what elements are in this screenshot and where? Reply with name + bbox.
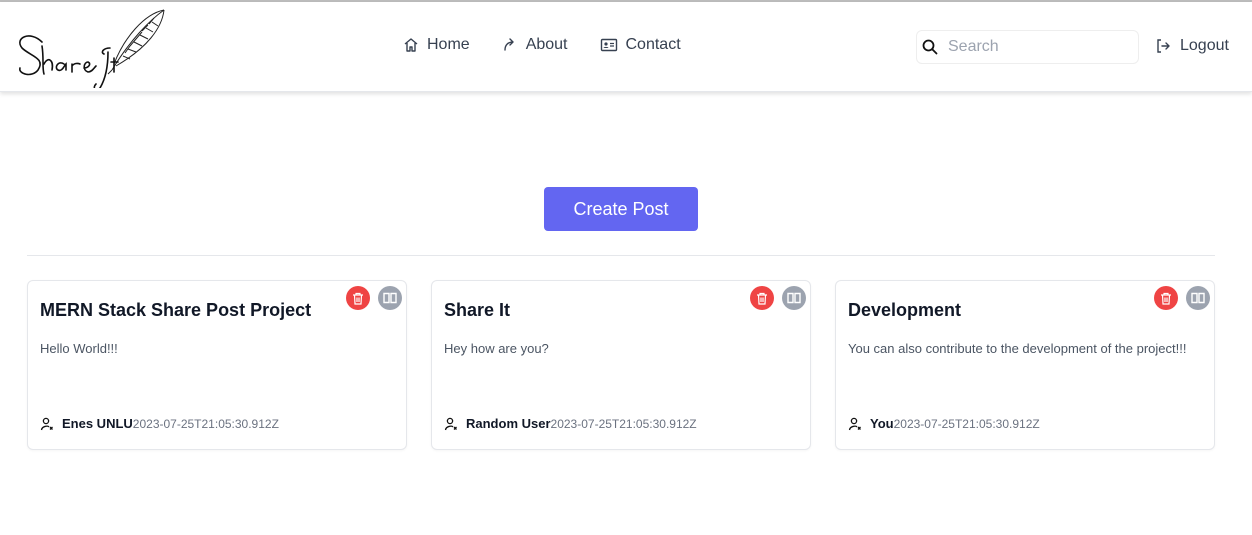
post-card: Share It Hey how are you? Random User 20… xyxy=(431,280,811,450)
post-title: Development xyxy=(848,300,962,320)
post-meta: You 2023-07-25T21:05:30.912Z xyxy=(848,416,1040,431)
divider xyxy=(27,255,1215,256)
post-title: Share It xyxy=(444,300,511,320)
book-icon xyxy=(383,292,397,304)
post-timestamp: 2023-07-25T21:05:30.912Z xyxy=(893,416,1040,431)
post-meta: Random User 2023-07-25T21:05:30.912Z xyxy=(444,416,697,431)
nav-contact-label: Contact xyxy=(625,36,681,53)
navbar: Home About Contact Search Logout xyxy=(0,2,1252,92)
search-input[interactable] xyxy=(948,38,1128,56)
post-meta: Enes UNLU 2023-07-25T21:05:30.912Z xyxy=(40,416,279,431)
post-card: Development You can also contribute to t… xyxy=(835,280,1215,450)
home-icon xyxy=(404,38,418,52)
post-author: Enes UNLU xyxy=(62,416,133,431)
user-icon xyxy=(848,417,861,430)
logout-label: Logout xyxy=(1180,37,1229,54)
share-arrow-icon xyxy=(503,38,514,51)
edit-post-button[interactable] xyxy=(378,286,402,310)
delete-post-button[interactable] xyxy=(750,286,774,310)
book-icon xyxy=(787,292,801,304)
book-icon xyxy=(1191,292,1205,304)
logout-icon xyxy=(1157,39,1170,53)
trash-icon xyxy=(1161,292,1171,305)
nav-home-label: Home xyxy=(427,36,470,53)
user-icon xyxy=(40,417,53,430)
share-it-logo[interactable] xyxy=(12,8,168,91)
edit-post-button[interactable] xyxy=(1186,286,1210,310)
post-body: Hey how are you? xyxy=(444,341,549,356)
post-body: You can also contribute to the developme… xyxy=(848,341,1187,356)
post-timestamp: 2023-07-25T21:05:30.912Z xyxy=(132,416,279,431)
user-icon xyxy=(444,417,457,430)
edit-post-button[interactable] xyxy=(782,286,806,310)
nav-about[interactable]: About xyxy=(502,36,568,54)
search-box xyxy=(916,30,1139,64)
post-title: MERN Stack Share Post Project xyxy=(40,300,312,320)
search-icon xyxy=(922,39,938,55)
post-card: MERN Stack Share Post Project Hello Worl… xyxy=(27,280,407,450)
delete-post-button[interactable] xyxy=(1154,286,1178,310)
post-author: Random User xyxy=(466,416,551,431)
delete-post-button[interactable] xyxy=(346,286,370,310)
create-post-button[interactable]: Create Post xyxy=(544,187,698,231)
post-timestamp: 2023-07-25T21:05:30.912Z xyxy=(550,416,697,431)
nav-home[interactable]: Home xyxy=(403,36,470,54)
nav-contact[interactable]: Contact xyxy=(600,36,681,54)
trash-icon xyxy=(353,292,363,305)
post-author: You xyxy=(870,416,894,431)
nav-about-label: About xyxy=(525,36,568,53)
post-body: Hello World!!! xyxy=(40,341,118,356)
main-nav: Home About Contact xyxy=(403,36,713,54)
logout-button[interactable]: Logout xyxy=(1155,37,1229,55)
contact-card-icon xyxy=(600,38,617,52)
trash-icon xyxy=(757,292,767,305)
